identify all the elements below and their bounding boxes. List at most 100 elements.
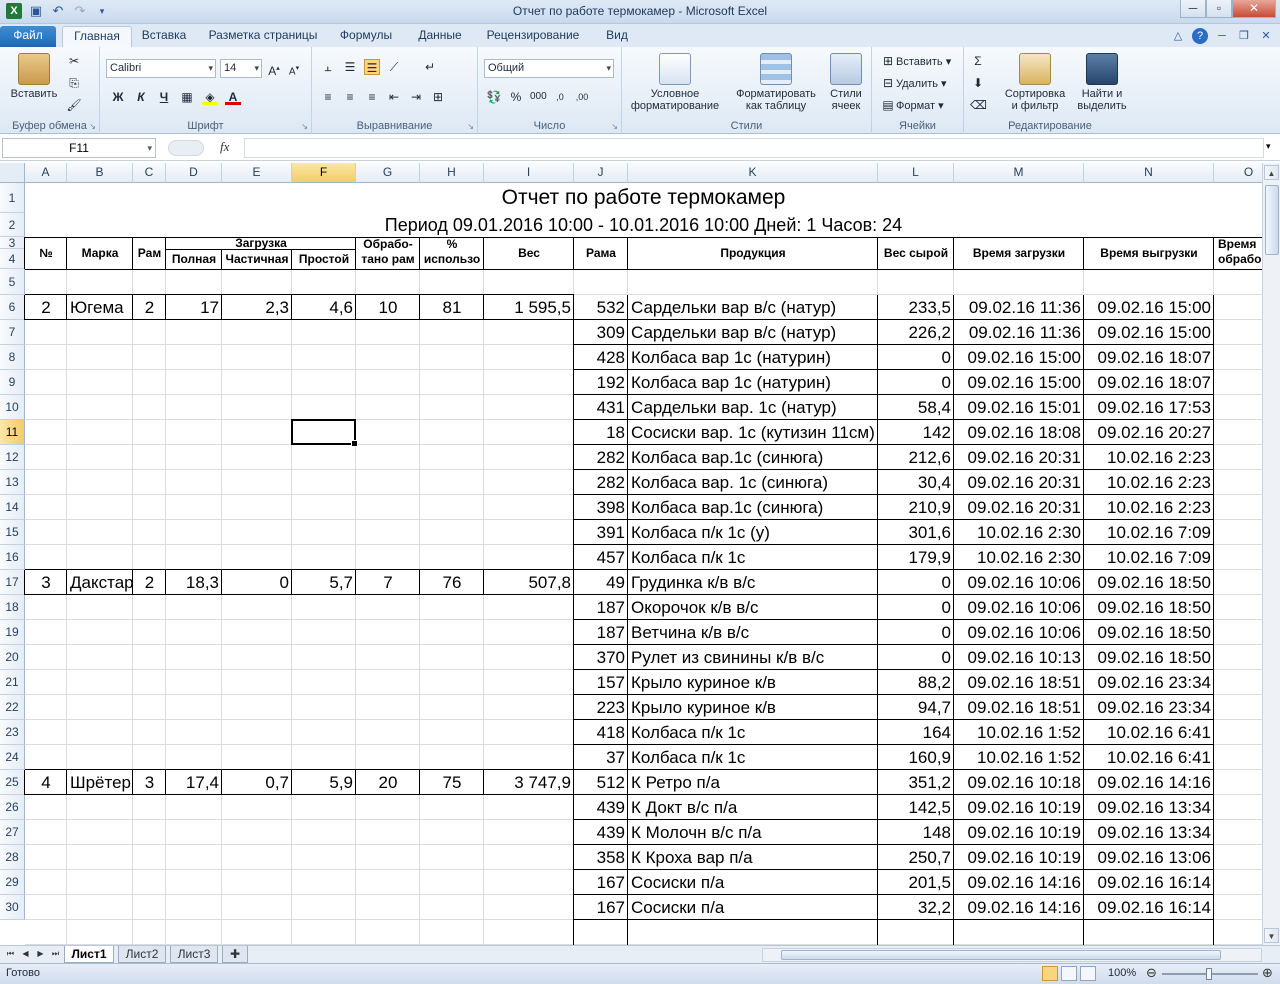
row-header-22[interactable]: 22 bbox=[0, 695, 25, 720]
cell-product[interactable]: Сардельки вар. 1с (натур) bbox=[628, 395, 878, 420]
cell-load-time[interactable]: 09.02.16 18:51 bbox=[954, 695, 1084, 720]
row-header-18[interactable]: 18 bbox=[0, 595, 25, 620]
font-size-select[interactable]: 14 bbox=[220, 59, 262, 78]
cell-product[interactable]: Крыло куриное к/в bbox=[628, 695, 878, 720]
cell-chamber-percent[interactable]: 75 bbox=[420, 770, 484, 795]
cell-chamber-frames[interactable]: 2 bbox=[133, 570, 166, 595]
row-header-15[interactable]: 15 bbox=[0, 520, 25, 545]
row-header-28[interactable]: 28 bbox=[0, 845, 25, 870]
cell-raw-weight[interactable]: 210,9 bbox=[878, 495, 954, 520]
cell-chamber-frames[interactable]: 3 bbox=[133, 770, 166, 795]
maximize-icon[interactable]: ▫ bbox=[1206, 0, 1232, 18]
zoom-level[interactable]: 100% bbox=[1108, 967, 1136, 979]
cell-load-time[interactable]: 10.02.16 1:52 bbox=[954, 720, 1084, 745]
row-header-23[interactable]: 23 bbox=[0, 720, 25, 745]
align-bottom-icon[interactable]: ☰ bbox=[364, 59, 380, 75]
active-cell-selection[interactable] bbox=[291, 419, 358, 447]
cell-product[interactable]: Сардельки вар в/с (натур) bbox=[628, 295, 878, 320]
cell-frame[interactable]: 398 bbox=[574, 495, 628, 520]
cell-raw-weight[interactable]: 351,2 bbox=[878, 770, 954, 795]
row-header-8[interactable]: 8 bbox=[0, 345, 25, 370]
row-header-5[interactable]: 5 bbox=[0, 269, 25, 295]
cell-raw-weight[interactable]: 250,7 bbox=[878, 845, 954, 870]
italic-button[interactable]: К bbox=[133, 89, 149, 105]
cell-frame[interactable]: 49 bbox=[574, 570, 628, 595]
formula-input[interactable] bbox=[244, 138, 1264, 158]
cell-chamber-percent[interactable]: 81 bbox=[420, 295, 484, 320]
cell-chamber-processed[interactable]: 7 bbox=[356, 570, 420, 595]
cell-chamber-percent[interactable]: 76 bbox=[420, 570, 484, 595]
row-header-2[interactable]: 2 bbox=[0, 213, 25, 237]
first-sheet-icon[interactable]: ⏮ bbox=[4, 947, 17, 961]
cell-chamber-num[interactable]: 3 bbox=[25, 570, 67, 595]
cell-raw-weight[interactable]: 32,2 bbox=[878, 895, 954, 920]
cell-chamber-partial[interactable]: 0,7 bbox=[222, 770, 292, 795]
row-header-21[interactable]: 21 bbox=[0, 670, 25, 695]
format-as-table-button[interactable]: Форматировать как таблицу bbox=[730, 53, 822, 112]
cell-raw-weight[interactable]: 179,9 bbox=[878, 545, 954, 570]
copy-icon[interactable]: ⎘ bbox=[66, 75, 82, 91]
row-header-1[interactable]: 1 bbox=[0, 183, 25, 213]
cell-raw-weight[interactable]: 142 bbox=[878, 420, 954, 445]
cell-frame[interactable]: 532 bbox=[574, 295, 628, 320]
cell-unload-time[interactable]: 09.02.16 13:06 bbox=[1084, 845, 1214, 870]
cell-load-time[interactable]: 09.02.16 10:13 bbox=[954, 645, 1084, 670]
cell-raw-weight[interactable]: 160,9 bbox=[878, 745, 954, 770]
cell-frame[interactable]: 418 bbox=[574, 720, 628, 745]
cell-frame[interactable]: 439 bbox=[574, 820, 628, 845]
cell-frame[interactable]: 223 bbox=[574, 695, 628, 720]
zoom-out-icon[interactable]: ⊖ bbox=[1146, 965, 1157, 981]
cell-product[interactable]: Сосиски п/а bbox=[628, 895, 878, 920]
cell-raw-weight[interactable]: 201,5 bbox=[878, 870, 954, 895]
cell-unload-time[interactable]: 10.02.16 2:23 bbox=[1084, 495, 1214, 520]
workbook-restore-icon[interactable]: ❐ bbox=[1236, 28, 1252, 44]
cell-frame[interactable]: 192 bbox=[574, 370, 628, 395]
cell-raw-weight[interactable]: 148 bbox=[878, 820, 954, 845]
insert-cells-button[interactable]: ⊞ Вставить ▾ bbox=[880, 53, 951, 69]
cell-unload-time[interactable]: 09.02.16 16:14 bbox=[1084, 895, 1214, 920]
cell-raw-weight[interactable]: 212,6 bbox=[878, 445, 954, 470]
cell-chamber-weight[interactable]: 507,8 bbox=[484, 570, 574, 595]
decrease-indent-icon[interactable]: ⇤ bbox=[386, 89, 402, 105]
row-header-14[interactable]: 14 bbox=[0, 495, 25, 520]
row-header-13[interactable]: 13 bbox=[0, 470, 25, 495]
delete-cells-button[interactable]: ⊟ Удалить ▾ bbox=[880, 75, 947, 91]
cell-load-time[interactable]: 09.02.16 20:31 bbox=[954, 495, 1084, 520]
vertical-scrollbar[interactable]: ▲ ▼ bbox=[1262, 163, 1280, 945]
cell-unload-time[interactable]: 09.02.16 18:50 bbox=[1084, 620, 1214, 645]
number-format-select[interactable]: Общий bbox=[484, 59, 614, 78]
row-header-3[interactable]: 3 bbox=[0, 237, 25, 249]
cell-load-time[interactable]: 09.02.16 10:19 bbox=[954, 845, 1084, 870]
cell-product[interactable]: К Докт в/с п/а bbox=[628, 795, 878, 820]
normal-view-icon[interactable] bbox=[1042, 966, 1058, 981]
cell-unload-time[interactable]: 09.02.16 13:34 bbox=[1084, 820, 1214, 845]
cell-frame[interactable]: 439 bbox=[574, 795, 628, 820]
row-header-29[interactable]: 29 bbox=[0, 870, 25, 895]
currency-icon[interactable]: 💱 bbox=[486, 89, 502, 105]
column-header-o[interactable]: O bbox=[1214, 163, 1262, 183]
cell-frame[interactable]: 187 bbox=[574, 595, 628, 620]
cell-frame[interactable]: 391 bbox=[574, 520, 628, 545]
cell-chamber-brand[interactable]: Югема bbox=[67, 295, 133, 320]
cell-frame[interactable]: 18 bbox=[574, 420, 628, 445]
cell-load-time[interactable]: 09.02.16 10:06 bbox=[954, 595, 1084, 620]
align-top-icon[interactable]: ⫠ bbox=[320, 59, 336, 75]
cell-chamber-num[interactable]: 4 bbox=[25, 770, 67, 795]
underline-button[interactable]: Ч bbox=[156, 89, 172, 105]
column-header-i[interactable]: I bbox=[484, 163, 574, 183]
row-header-7[interactable]: 7 bbox=[0, 320, 25, 345]
borders-icon[interactable]: ▦ bbox=[179, 89, 195, 105]
row-header-19[interactable]: 19 bbox=[0, 620, 25, 645]
cell-product[interactable]: К Молочн в/с п/а bbox=[628, 820, 878, 845]
horizontal-scroll-thumb[interactable] bbox=[781, 950, 1221, 960]
cell-chamber-partial[interactable]: 0 bbox=[222, 570, 292, 595]
cell-unload-time[interactable]: 09.02.16 23:34 bbox=[1084, 695, 1214, 720]
autosum-icon[interactable]: Σ bbox=[970, 53, 986, 69]
cell-load-time[interactable]: 09.02.16 10:06 bbox=[954, 570, 1084, 595]
cell-raw-weight[interactable]: 58,4 bbox=[878, 395, 954, 420]
cell-chamber-brand[interactable]: Шрётер bbox=[67, 770, 133, 795]
minimize-icon[interactable]: ─ bbox=[1180, 0, 1206, 18]
column-header-n[interactable]: N bbox=[1084, 163, 1214, 183]
cell-product[interactable]: Колбаса п/к 1с bbox=[628, 720, 878, 745]
cell-chamber-frames[interactable]: 2 bbox=[133, 295, 166, 320]
